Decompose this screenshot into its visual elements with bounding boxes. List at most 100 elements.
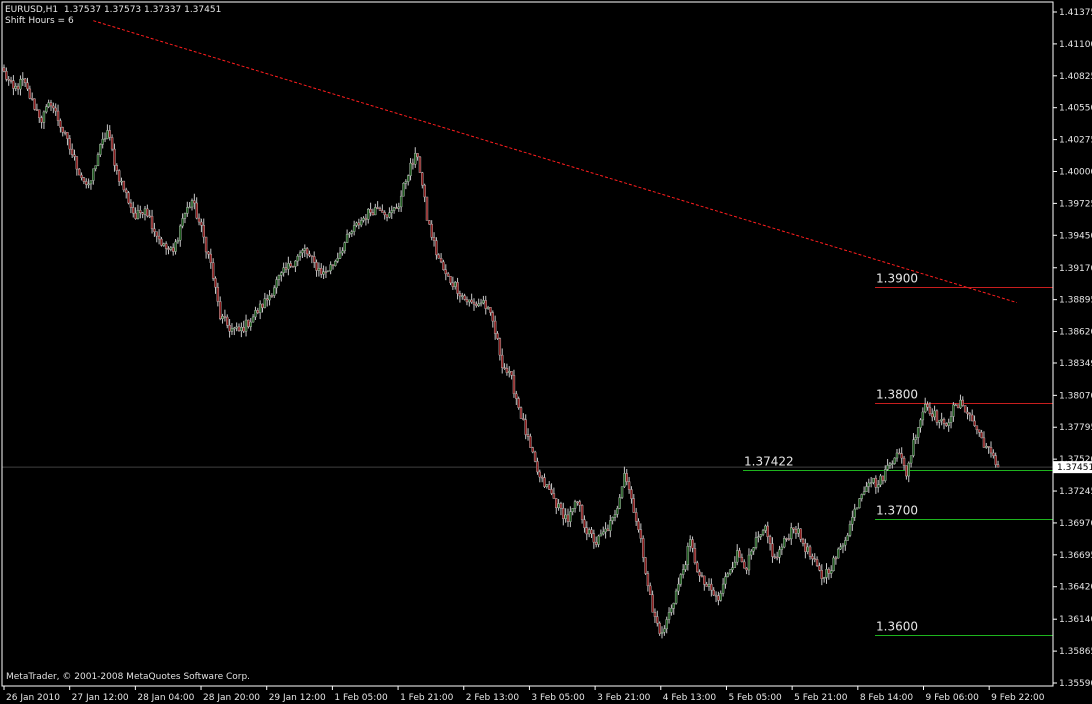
y-tick-label: 1.40275 [1059,136,1092,146]
candle-body [376,207,379,209]
candle-body [625,473,628,482]
candle-body [693,548,697,564]
y-tick-label: 1.39450 [1059,231,1092,241]
candle-body [597,535,600,545]
price-chart[interactable]: 1.39001.38001.374221.37001.3600 1.413751… [0,0,1092,704]
candle-body [517,398,520,408]
candle-body [385,214,389,218]
candle-body [900,453,903,459]
x-tick-label: 26 Jan 2010 [6,693,60,703]
candle-body [775,556,779,559]
candle-body [122,180,126,191]
candle-body [207,251,210,255]
candle-body [343,242,346,252]
candle-body [533,451,537,462]
candle-body [529,436,532,448]
candle-body [200,221,203,226]
y-tick-label: 1.36695 [1059,551,1092,561]
plot-frame [1,1,1054,687]
candle-body [334,261,337,266]
candle-body [409,162,412,176]
x-tick-label: 4 Feb 13:00 [663,693,717,703]
candle-body [740,557,744,563]
candle-body [613,514,617,518]
candle-body [73,154,76,157]
candle-body [244,319,248,332]
candle-body [157,235,161,240]
y-tick-label: 1.39170 [1059,264,1092,274]
candle-body [566,514,570,522]
candle-body [82,177,86,182]
candle-body [947,422,950,426]
candle-body [707,583,711,587]
candle-body [416,153,419,158]
candle-body [703,575,706,585]
candle-body [186,207,189,214]
candle-body [919,419,922,428]
candle-body [16,85,20,90]
candle-body [153,228,156,232]
candle-body [524,419,527,435]
y-tick-label: 1.41375 [1059,8,1092,18]
candle-body [503,367,506,369]
candle-body [378,208,382,211]
candle-body [578,501,581,506]
candle-body [425,196,429,221]
candle-body [848,524,852,536]
candle-body [886,465,889,470]
candle-body [550,489,553,494]
candle-body [562,507,565,519]
candle-body [858,498,861,509]
level-label: 1.3800 [876,387,918,401]
candle-body [644,557,647,574]
candle-body [879,475,882,486]
candle-body [684,564,687,570]
candle-body [190,200,194,208]
candle-body [228,325,231,332]
candle-body [134,212,137,219]
candle-body [92,168,95,181]
candle-body [806,546,809,552]
candle-body [258,303,262,313]
candle-body [284,267,288,270]
candle-body [679,574,682,585]
candle-body [576,501,579,503]
candle-body [677,583,680,592]
candle-body [174,241,177,252]
candle-body [106,130,109,139]
x-tick-label: 28 Jan 04:00 [137,693,194,703]
candle-body [726,573,729,577]
candle-body [705,584,708,587]
candle-body [822,577,826,579]
candle-body [428,220,431,225]
candle-body [804,543,807,552]
candle-body [458,293,462,297]
candle-body [526,434,530,437]
candle-body [888,463,892,466]
x-tick-label: 27 Jan 12:00 [72,693,129,703]
candle-body [120,180,123,183]
candle-body [63,132,67,134]
candle-body [479,302,483,305]
candle-body [700,575,704,577]
candle-body [623,473,626,487]
candle-body [592,533,596,543]
candle-body [240,327,243,331]
candle-body [956,404,960,409]
candle-body [395,207,398,209]
candle-body [745,567,748,571]
candle-body [620,486,624,498]
candle-body [938,420,941,423]
candle-body [171,247,175,252]
y-tick-label: 1.35590 [1059,679,1092,689]
candle-body [28,88,32,99]
candle-body [432,237,436,241]
candle-body [611,517,614,521]
candle-body [637,521,640,530]
candle-body [418,156,422,173]
candle-body [183,213,187,219]
candle-body [780,546,784,550]
candle-body [87,183,90,186]
candle-body [797,528,800,534]
candle-body [768,536,772,544]
